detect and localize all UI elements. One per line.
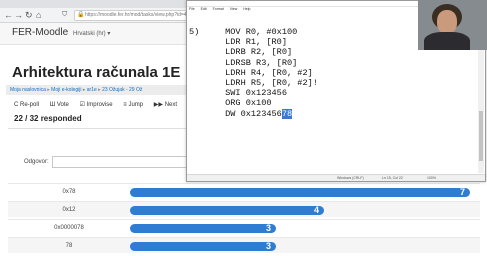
selected-text: 78	[281, 108, 293, 119]
result-label: 0x78	[62, 189, 76, 195]
webcam-person-shirt	[424, 32, 470, 50]
answer-label: Odgovor:	[24, 159, 49, 165]
result-row: 0x78 7	[8, 183, 480, 199]
result-label: 0x0000078	[54, 225, 84, 231]
breadcrumb-item[interactable]: ar1e	[87, 87, 97, 93]
status-zoom: 100%	[427, 176, 436, 180]
answer-input[interactable]	[52, 156, 192, 168]
status-position: Ln 15, Col 22	[382, 176, 403, 180]
result-count: 3	[265, 241, 271, 251]
code-line: LDRH R4, [R0, #2]	[189, 67, 313, 78]
result-label: 0x12	[62, 207, 76, 213]
result-row: 0x0000078 3	[8, 219, 480, 235]
breadcrumb-item[interactable]: 23 Ožujak - 29 Ož	[102, 87, 142, 93]
result-bar: 4	[130, 206, 324, 215]
next-button[interactable]: ▶▶ Next	[154, 102, 177, 108]
code-line: SWI 0x123456	[189, 88, 287, 99]
jump-button[interactable]: ≡ Jump	[123, 102, 143, 108]
webcam-video	[418, 0, 487, 50]
menu-view[interactable]: View	[230, 7, 238, 11]
code-line: DW 0x12345678	[189, 108, 318, 119]
result-count: 3	[265, 223, 271, 233]
code-line: LDR R1, [R0]	[189, 37, 287, 48]
improvise-button[interactable]: ☑ Improvise	[80, 102, 113, 108]
result-label: 78	[65, 243, 73, 249]
menu-edit[interactable]: Edit	[201, 7, 207, 11]
forward-icon[interactable]: →	[14, 9, 23, 21]
address-bar[interactable]: 🔒 https://moodle.fer.hr/mod/tasks/view.p…	[74, 10, 194, 21]
editor-text-area[interactable]: 5) MOV R0, #0x100 LDR R1, [R0] LDRB R2, …	[189, 27, 318, 119]
breadcrumb-item[interactable]: Moji e-kolegiji	[51, 87, 81, 93]
vote-button[interactable]: Ш Vote	[50, 102, 69, 108]
divider	[8, 128, 188, 129]
editor-menu-bar: File Edit Format View Help	[189, 7, 255, 12]
result-bar: 3	[130, 242, 276, 251]
language-selector[interactable]: Hrvatski (hr) ▾	[73, 30, 110, 37]
menu-file[interactable]: File	[189, 7, 195, 11]
code-line: 5) MOV R0, #0x100	[189, 27, 298, 37]
code-line: ORG 0x100	[189, 98, 272, 109]
breadcrumb: Moja naslovnica ▸ Moji e-kolegiji ▸ ar1e…	[6, 85, 190, 95]
menu-help[interactable]: Help	[243, 7, 250, 11]
code-line: LDRB R2, [R0]	[189, 47, 293, 58]
result-bar: 3	[130, 224, 276, 233]
poll-toolbar: C Re-poll Ш Vote ☑ Improvise ≡ Jump ▶▶ N…	[14, 101, 186, 108]
result-count: 4	[313, 205, 319, 215]
breadcrumb-item[interactable]: Moja naslovnica	[10, 87, 46, 93]
site-name[interactable]: FER-Moodle	[12, 27, 68, 38]
responded-count: 22 / 32 responded	[14, 114, 82, 123]
code-line: LDRSB R3, [R0]	[189, 57, 298, 68]
reload-icon[interactable]: ↻	[25, 9, 33, 21]
code-line: LDRH R5, [R0, #2]!	[189, 78, 318, 89]
repoll-button[interactable]: C Re-poll	[14, 102, 39, 108]
page-title: Arhitektura računala 1E	[12, 64, 181, 81]
result-bar: 7	[130, 188, 470, 197]
menu-format[interactable]: Format	[213, 7, 224, 11]
editor-status-bar: Windows (CRLF) Ln 15, Col 22 100%	[187, 174, 485, 181]
result-row: 78 3	[8, 237, 480, 253]
lock-icon: 🔒	[77, 12, 85, 18]
status-encoding: Windows (CRLF)	[337, 176, 364, 180]
code-text: DW 0x123456	[189, 108, 282, 119]
address-url: https://moodle.fer.hr/mod/tasks/view.php…	[85, 12, 187, 18]
result-row: 0x12 4	[8, 201, 480, 217]
webcam-person-face	[437, 10, 457, 34]
shield-icon[interactable]: ⛉	[62, 9, 67, 21]
scrollbar-thumb[interactable]	[479, 111, 483, 161]
result-count: 7	[459, 187, 465, 197]
back-icon[interactable]: ←	[4, 9, 13, 21]
home-icon[interactable]: ⌂	[36, 9, 41, 21]
